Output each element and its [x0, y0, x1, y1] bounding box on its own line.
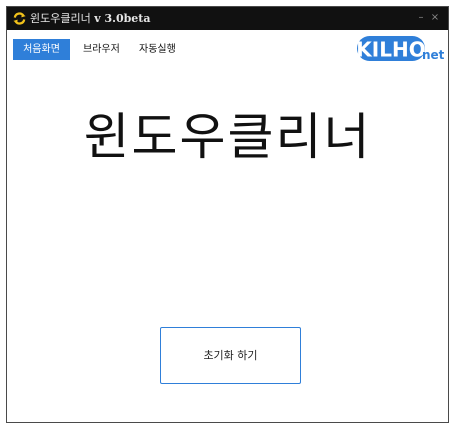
minimize-button[interactable]: –: [414, 10, 428, 26]
tab-home[interactable]: 처음화면: [13, 39, 70, 60]
app-window: 윈도우클리너 v 3.0beta – × 처음화면 브라우저 자동실행 KILH…: [6, 6, 449, 423]
close-button[interactable]: ×: [428, 10, 442, 26]
window-title-version: v 3.0beta: [94, 12, 151, 25]
reset-button[interactable]: 초기화 하기: [160, 327, 301, 384]
window-title: 윈도우클리너 v 3.0beta: [30, 12, 151, 25]
logo-suffix: net: [422, 48, 444, 62]
window-title-name: 윈도우클리너: [30, 12, 91, 25]
kilho-net-logo[interactable]: KILHO net: [356, 34, 444, 64]
title-bar[interactable]: 윈도우클리너 v 3.0beta – ×: [7, 7, 448, 30]
logo-text: KILHO: [356, 38, 425, 62]
page-title: 윈도우클리너: [83, 108, 372, 166]
refresh-arrows-icon: [12, 11, 27, 26]
tab-autorun[interactable]: 자동실행: [133, 39, 182, 60]
tab-browser[interactable]: 브라우저: [77, 39, 126, 60]
